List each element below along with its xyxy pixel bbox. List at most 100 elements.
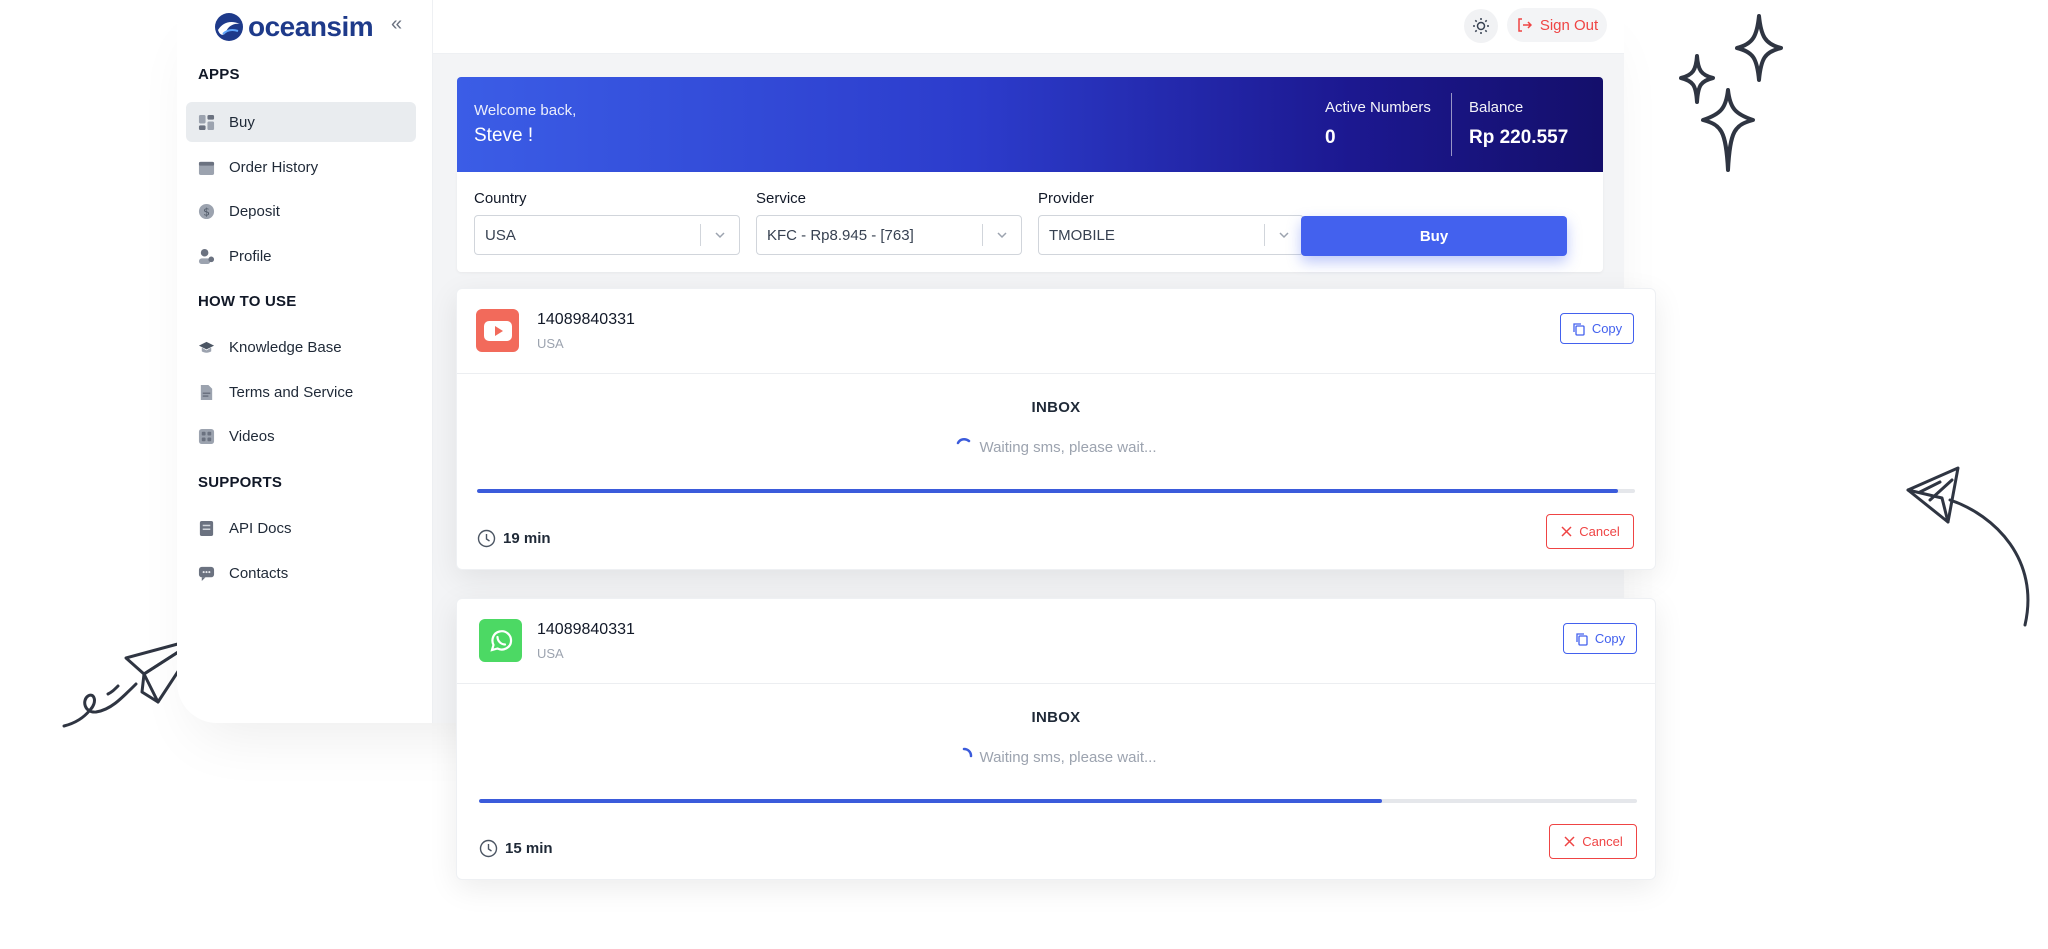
calendar-icon <box>198 161 215 175</box>
document-icon <box>200 384 213 400</box>
loading-spinner-icon <box>957 438 971 445</box>
sidebar-item-label: Terms and Service <box>229 383 354 401</box>
user-name: Steve ! <box>474 125 534 146</box>
whatsapp-icon <box>479 619 522 662</box>
sidebar-item-label: Deposit <box>229 202 280 220</box>
copy-icon <box>1573 322 1585 336</box>
arrow-doodle-icon <box>1906 466 2030 627</box>
sidebar-item-knowledge-base[interactable]: Knowledge Base <box>186 327 416 367</box>
cancel-button[interactable]: Cancel <box>1546 514 1634 549</box>
youtube-icon <box>476 309 519 352</box>
active-numbers-value: 0 <box>1325 127 1336 148</box>
section-title-supports: SUPPORTS <box>198 474 283 491</box>
clock-icon <box>477 529 496 548</box>
time-remaining: 15 min <box>479 839 553 858</box>
order-card-header: 14089840331 USA Copy <box>457 599 1655 684</box>
provider-group: Provider TMOBILE <box>1038 190 1304 255</box>
sidebar-item-label: Contacts <box>229 564 289 582</box>
section-title-how-to-use: HOW TO USE <box>198 293 297 310</box>
sidebar-item-terms-and-service[interactable]: Terms and Service <box>186 372 416 412</box>
sidebar-item-order-history[interactable]: Order History <box>186 147 416 187</box>
time-remaining-text: 19 min <box>503 530 551 547</box>
sidebar-item-deposit[interactable]: $ Deposit <box>186 191 416 231</box>
order-card: 14089840331 USA Copy INBOX Waiting sms, … <box>456 598 1656 880</box>
phone-number: 14089840331 <box>537 621 635 638</box>
brand-logo[interactable]: oceansim <box>214 10 374 44</box>
inbox-title: INBOX <box>1031 399 1081 416</box>
order-card-header: 14089840331 USA Copy <box>457 289 1655 374</box>
active-numbers-label: Active Numbers <box>1325 99 1431 116</box>
video-icon <box>198 428 215 444</box>
cancel-button[interactable]: Cancel <box>1549 824 1637 859</box>
time-remaining: 19 min <box>477 529 551 548</box>
sun-icon <box>1473 18 1489 34</box>
service-group: Service KFC - Rp8.945 - [763] <box>756 190 1022 255</box>
service-select[interactable]: KFC - Rp8.945 - [763] <box>756 215 1022 255</box>
waiting-status: Waiting sms, please wait... <box>457 437 1655 456</box>
waiting-text: Waiting sms, please wait... <box>979 439 1157 456</box>
waiting-text: Waiting sms, please wait... <box>979 749 1157 766</box>
welcome-banner: Welcome back, Steve ! Active Numbers 0 B… <box>457 77 1603 172</box>
close-icon <box>1564 836 1575 847</box>
section-title-apps: APPS <box>198 66 240 83</box>
sign-out-icon <box>1518 18 1532 32</box>
order-country: USA <box>537 336 564 351</box>
copy-label: Copy <box>1594 631 1626 646</box>
country-select[interactable]: USA <box>474 215 740 255</box>
balance-label: Balance <box>1469 99 1524 116</box>
copy-button[interactable]: Copy <box>1563 623 1637 654</box>
copy-label: Copy <box>1591 321 1623 336</box>
chat-icon <box>198 566 215 581</box>
waiting-status: Waiting sms, please wait... <box>457 747 1655 766</box>
copy-button[interactable]: Copy <box>1560 313 1634 344</box>
order-card: 14089840331 USA Copy INBOX Waiting sms, … <box>456 288 1656 570</box>
dollar-icon: $ <box>198 203 215 219</box>
cancel-label: Cancel <box>1579 524 1620 539</box>
service-label: Service <box>756 190 807 207</box>
copy-icon <box>1576 632 1588 646</box>
wave-logo-icon <box>215 13 243 41</box>
loading-spinner-icon <box>963 747 973 758</box>
country-label: Country <box>474 190 527 207</box>
buy-button[interactable]: Buy <box>1301 216 1567 256</box>
country-group: Country USA <box>474 190 740 255</box>
collapse-sidebar-icon[interactable]: « <box>391 14 411 34</box>
sidebar: oceansim « APPS Buy Order History $ Depo… <box>177 0 433 723</box>
time-progress-bar <box>479 799 1637 803</box>
brand-name: oceansim <box>248 11 374 42</box>
provider-value: TMOBILE <box>1049 226 1115 244</box>
sidebar-item-buy[interactable]: Buy <box>186 102 416 142</box>
close-icon <box>1561 526 1572 537</box>
order-filters: Country USA Service KFC - Rp8.945 - [763… <box>457 172 1603 272</box>
chevron-down-icon <box>997 232 1007 239</box>
stat-divider <box>1451 93 1452 156</box>
service-value: KFC - Rp8.945 - [763] <box>767 226 914 244</box>
sidebar-item-videos[interactable]: Videos <box>186 416 416 456</box>
inbox-title: INBOX <box>1031 709 1081 726</box>
graduation-cap-icon <box>198 341 215 353</box>
chevron-down-icon <box>715 232 725 239</box>
sidebar-item-api-docs[interactable]: API Docs <box>186 508 416 548</box>
time-progress-bar <box>477 489 1635 493</box>
sidebar-item-contacts[interactable]: Contacts <box>186 553 416 593</box>
sign-out-label: Sign Out <box>1539 16 1599 34</box>
welcome-text: Welcome back, <box>474 102 577 119</box>
order-country: USA <box>537 646 564 661</box>
time-remaining-text: 15 min <box>505 840 553 857</box>
balance-value: Rp 220.557 <box>1469 127 1569 148</box>
sign-out-button[interactable]: Sign Out <box>1507 8 1607 42</box>
topbar: Sign Out <box>433 0 1624 54</box>
clock-icon <box>479 839 498 858</box>
cancel-label: Cancel <box>1582 834 1623 849</box>
time-progress-fill <box>479 799 1383 803</box>
file-icon <box>199 520 214 536</box>
phone-number: 14089840331 <box>537 311 635 328</box>
provider-label: Provider <box>1038 190 1094 207</box>
sidebar-item-profile[interactable]: Profile <box>186 236 416 276</box>
sidebar-item-label: API Docs <box>229 519 292 537</box>
chevron-down-icon <box>1279 232 1289 239</box>
sparkles-doodle-icon <box>1679 14 1783 172</box>
sidebar-item-label: Profile <box>229 247 272 265</box>
provider-select[interactable]: TMOBILE <box>1038 215 1304 255</box>
theme-toggle-button[interactable] <box>1464 9 1498 43</box>
